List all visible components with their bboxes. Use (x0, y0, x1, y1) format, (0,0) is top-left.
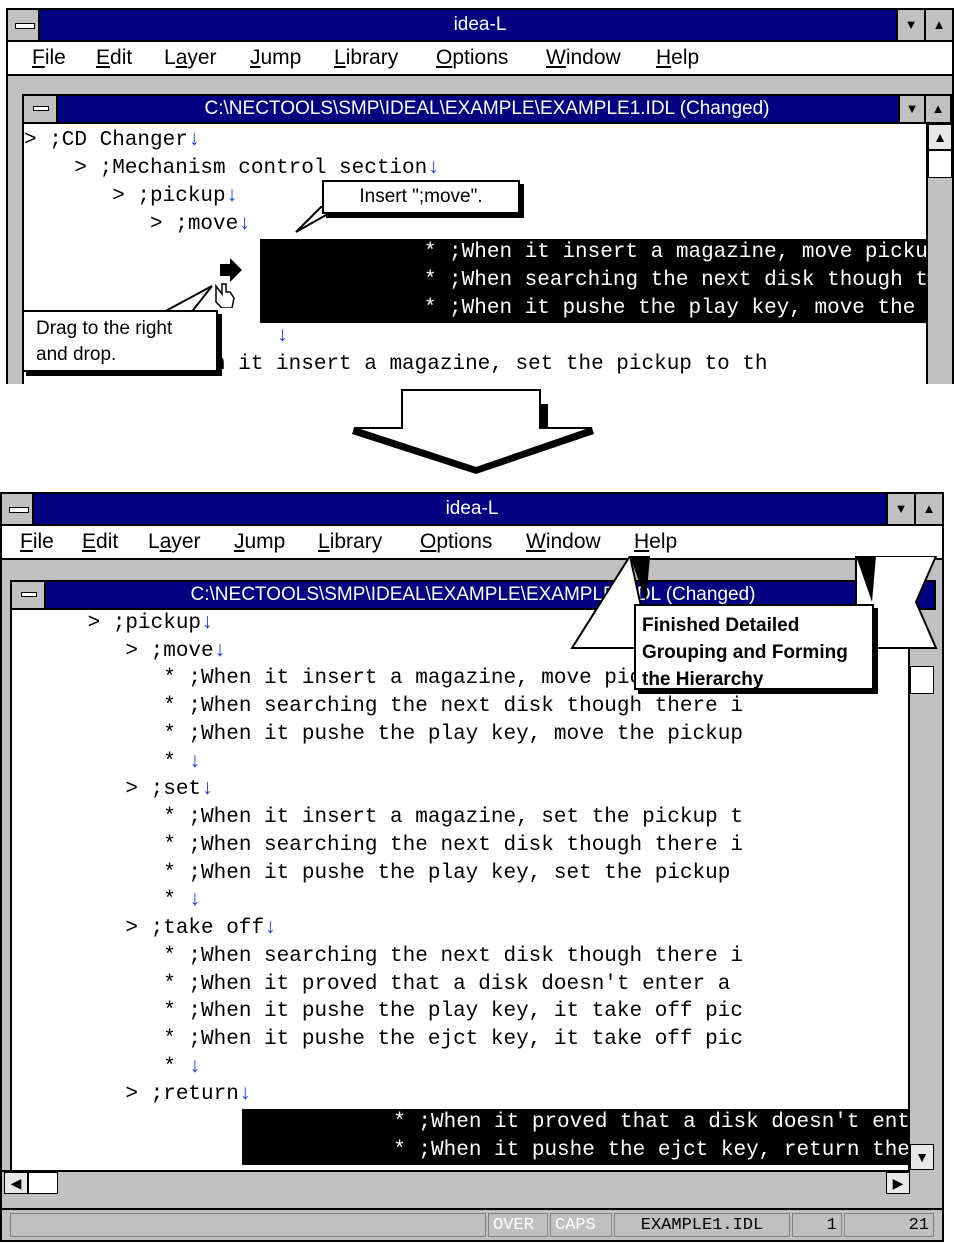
editor-line[interactable]: * ;When searching the next disk though t… (12, 693, 743, 721)
status-over: OVER (488, 1213, 548, 1237)
banner-callout: Finished Detailed Grouping and Forming t… (634, 604, 874, 690)
editor-line[interactable]: > ;move↓ (24, 211, 251, 239)
menu-help[interactable]: Help (634, 526, 677, 558)
status-column: 21 (844, 1213, 934, 1237)
scroll-right-button[interactable]: ▶ (886, 1172, 910, 1194)
editor-line[interactable]: * ;When searching the next disk though t… (12, 832, 743, 860)
scroll-thumb[interactable] (928, 150, 952, 178)
editor-line[interactable]: * ;When it pushe the play key, set the p… (12, 860, 743, 888)
editor-line[interactable]: > ;CD Changer↓ (24, 127, 200, 155)
menu-window[interactable]: Window (546, 42, 621, 74)
menu-options[interactable]: Options (420, 526, 492, 558)
banner-line-1: Finished Detailed (642, 615, 800, 636)
selected-line[interactable]: * ;When it pushe the play key, move the … (260, 295, 926, 323)
insert-callout: Insert ";move". (322, 180, 520, 214)
selected-line[interactable]: * ;When it pushe the ejct key, return th… (242, 1137, 910, 1165)
menu-layer[interactable]: Layer (148, 526, 201, 558)
drag-callout: Drag to the right and drop. (22, 310, 218, 372)
bottom-title-bar[interactable]: idea-L ▼ ▲ (2, 494, 942, 526)
editor-line[interactable]: * ;When it pushe the play key, move the … (12, 721, 743, 749)
doc-minimize-button[interactable]: ▼ (898, 96, 924, 122)
menu-file[interactable]: File (32, 42, 66, 74)
menu-library[interactable]: Library (334, 42, 398, 74)
scroll-left-button[interactable]: ◀ (4, 1172, 28, 1194)
scroll-down-button[interactable]: ▼ (910, 1144, 934, 1170)
status-line: 1 (792, 1213, 842, 1237)
editor-line[interactable]: > ;return↓ (12, 1081, 251, 1109)
editor-line[interactable]: > ;pickup↓ (24, 183, 238, 211)
selected-line[interactable]: * ;When it proved that a disk doesn't en… (242, 1109, 910, 1137)
banner-line-2: Grouping and Forming (642, 642, 848, 663)
top-doc-title-bar[interactable]: C:\NECTOOLS\SMP\IDEAL\EXAMPLE\EXAMPLE1.I… (22, 94, 952, 124)
bottom-menu-bar: File Edit Layer Jump Library Options Win… (2, 526, 942, 560)
status-caps: CAPS (550, 1213, 612, 1237)
menu-file[interactable]: File (20, 526, 54, 558)
banner-line-3: the Hierarchy (642, 669, 764, 690)
editor-line[interactable]: * ;When it insert a magazine, set the pi… (12, 804, 743, 832)
h-scroll-thumb[interactable] (28, 1172, 58, 1194)
editor-line[interactable]: * ↓ (12, 887, 201, 915)
editor-line[interactable]: * ;When it pushe the play key, it take o… (12, 998, 743, 1026)
top-app-title: idea-L (453, 14, 507, 35)
top-title-bar[interactable]: idea-L ▼ ▲ (8, 10, 952, 42)
maximize-button[interactable]: ▲ (914, 494, 942, 524)
menu-library[interactable]: Library (318, 526, 382, 558)
top-menu-bar: File Edit Layer Jump Library Options Win… (8, 42, 952, 76)
insert-callout-text: Insert ";move". (359, 186, 483, 207)
menu-options[interactable]: Options (436, 42, 508, 74)
editor-line[interactable]: > ;set↓ (12, 776, 213, 804)
horizontal-scrollbar[interactable]: ◀ ▶ (2, 1170, 910, 1194)
editor-line[interactable]: > ;move↓ (12, 638, 226, 666)
scroll-up-button[interactable]: ▲ (928, 124, 952, 150)
selected-line[interactable]: * ;When searching the next disk though t… (260, 267, 926, 295)
transition-arrow-icon (352, 389, 594, 474)
status-filename: EXAMPLE1.IDL (614, 1213, 790, 1237)
editor-line[interactable]: * ;When it proved that a disk doesn't en… (12, 971, 743, 999)
editor-line[interactable]: * ;When searching the next disk though t… (12, 943, 743, 971)
menu-layer[interactable]: Layer (164, 42, 217, 74)
maximize-button[interactable]: ▲ (924, 10, 952, 40)
menu-window[interactable]: Window (526, 526, 601, 558)
editor-line[interactable]: * ↓ (12, 1054, 201, 1082)
minimize-button[interactable]: ▼ (886, 494, 914, 524)
menu-edit[interactable]: Edit (82, 526, 118, 558)
menu-edit[interactable]: Edit (96, 42, 132, 74)
drag-callout-line-2: and drop. (36, 344, 117, 365)
status-bar: OVER CAPS EXAMPLE1.IDL 1 21 (2, 1208, 942, 1240)
drag-callout-line-1: Drag to the right (36, 318, 173, 339)
editor-line[interactable]: * ↓ (12, 749, 201, 777)
top-vertical-scrollbar[interactable]: ▲ (926, 124, 952, 384)
editor-line[interactable]: * ;When it pushe the ejct key, it take o… (12, 1026, 743, 1054)
menu-help[interactable]: Help (656, 42, 699, 74)
editor-line[interactable]: > ;take off↓ (12, 915, 276, 943)
top-doc-title: C:\NECTOOLS\SMP\IDEAL\EXAMPLE\EXAMPLE1.I… (204, 98, 770, 119)
menu-jump[interactable]: Jump (250, 42, 301, 74)
selected-line[interactable]: * ;When it insert a magazine, move picku… (260, 239, 926, 267)
minimize-button[interactable]: ▼ (896, 10, 924, 40)
editor-line[interactable]: > ;pickup↓ (12, 610, 214, 638)
doc-maximize-button[interactable]: ▲ (924, 96, 950, 122)
menu-jump[interactable]: Jump (234, 526, 285, 558)
status-blank (10, 1213, 486, 1237)
editor-line[interactable]: > ;Mechanism control section↓ (24, 155, 439, 183)
bottom-app-title: idea-L (445, 498, 499, 519)
